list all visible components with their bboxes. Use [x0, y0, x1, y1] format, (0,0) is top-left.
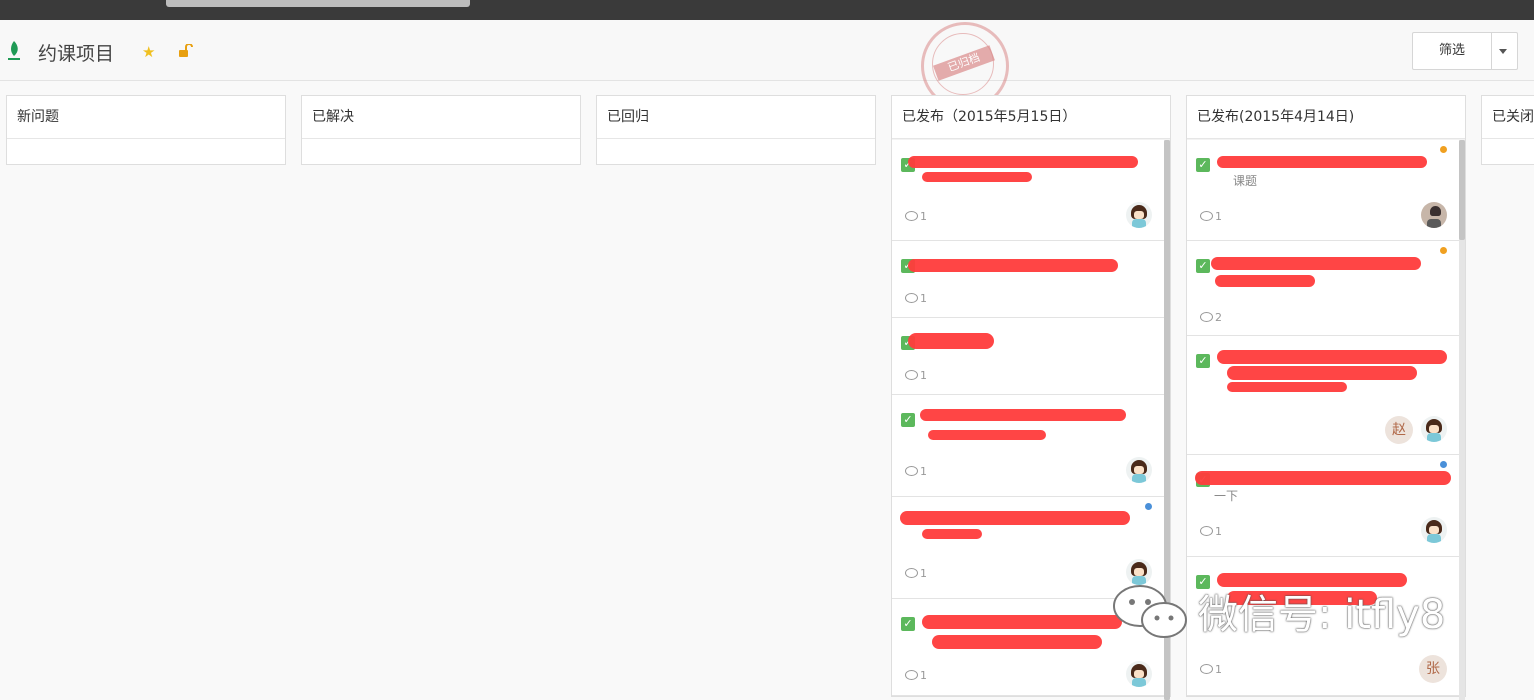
redaction-mark [1217, 350, 1447, 364]
status-dot [1440, 461, 1447, 468]
leaf-logo-icon [8, 41, 20, 60]
column-title: 已发布(2015年4月14日) [1187, 96, 1465, 139]
comment-count: 1 [905, 567, 927, 580]
check-icon: ✓ [901, 617, 915, 631]
wechat-logo-icon [1113, 585, 1187, 638]
column-resolved: 已解决 [301, 95, 581, 165]
filter-dropdown[interactable]: 筛选 [1412, 32, 1518, 70]
avatar[interactable] [1126, 202, 1152, 228]
comment-count: 1 [905, 465, 927, 478]
issue-card[interactable]: ✓ 1 [892, 241, 1164, 318]
issue-card[interactable]: ✓ 课题 1 [1187, 140, 1459, 241]
redaction-mark [1227, 382, 1347, 392]
card-text: 一下 [1214, 489, 1239, 503]
redaction-mark [920, 409, 1126, 421]
issue-card[interactable]: ✓ 2 [1187, 241, 1459, 336]
issue-card[interactable]: ✓ 1 [892, 395, 1164, 497]
comment-count: 1 [1200, 210, 1222, 223]
comment-count: 1 [905, 292, 927, 305]
avatar-initial[interactable]: 赵 [1385, 416, 1413, 444]
redaction-mark [1211, 257, 1421, 270]
column-new: 新问题 [6, 95, 286, 165]
comment-icon [905, 293, 918, 303]
column-title: 已关闭 [1482, 96, 1534, 139]
star-icon[interactable]: ★ [142, 43, 155, 61]
redaction-mark [908, 156, 1138, 168]
column-closed: 已关闭 [1481, 95, 1534, 165]
status-dot [1440, 146, 1447, 153]
redaction-mark [932, 635, 1102, 649]
filter-divider [1491, 33, 1492, 69]
issue-card[interactable]: ✓ 1 [892, 140, 1164, 241]
wechat-watermark: 微信号: itfly8 [1110, 578, 1510, 648]
redaction-mark [908, 259, 1118, 272]
column-empty-area[interactable] [302, 139, 580, 164]
project-title: 约课项目 [38, 43, 115, 65]
unlock-icon[interactable] [179, 44, 193, 58]
avatar[interactable] [1126, 661, 1152, 687]
comment-icon [1200, 664, 1213, 674]
redaction-mark [922, 615, 1122, 629]
comment-icon [1200, 526, 1213, 536]
avatar[interactable] [1421, 416, 1447, 442]
check-icon: ✓ [901, 413, 915, 427]
column-title: 已解决 [302, 96, 580, 139]
redaction-mark [1217, 156, 1427, 168]
issue-card[interactable]: ✓ 1 [892, 318, 1164, 395]
column-regressed: 已回归 [596, 95, 876, 165]
comment-count: 2 [1200, 311, 1222, 324]
column-title: 已回归 [597, 96, 875, 139]
redaction-mark [922, 529, 982, 539]
check-icon: ✓ [1196, 354, 1210, 368]
avatar[interactable] [1126, 457, 1152, 483]
column-empty-area[interactable] [597, 139, 875, 164]
comment-count: 1 [905, 210, 927, 223]
status-dot [1145, 503, 1152, 510]
issue-card[interactable]: ✓ 赵 [1187, 336, 1459, 455]
comment-count: 1 [905, 369, 927, 382]
comment-count: 1 [905, 669, 927, 682]
redaction-mark [1195, 471, 1451, 485]
avatar-initial[interactable]: 张 [1419, 655, 1447, 683]
redaction-mark [900, 511, 1130, 525]
comment-count: 1 [1200, 663, 1222, 676]
status-dot [1440, 247, 1447, 254]
scrollbar-thumb[interactable] [1459, 140, 1465, 240]
comment-icon [905, 211, 918, 221]
filter-button[interactable]: 筛选 [1413, 33, 1491, 69]
avatar[interactable] [1421, 202, 1447, 228]
project-header: 约课项目 ★ 筛选 [0, 20, 1534, 81]
redaction-mark [908, 333, 994, 349]
comment-icon [905, 466, 918, 476]
comment-icon [905, 370, 918, 380]
browser-address-bar[interactable] [166, 0, 470, 7]
check-icon: ✓ [1196, 259, 1210, 273]
comment-count: 1 [1200, 525, 1222, 538]
comment-icon [1200, 312, 1213, 322]
browser-top-bar [0, 0, 1534, 20]
column-empty-area[interactable] [7, 139, 285, 164]
issue-card[interactable]: ✓ 一下 1 [1187, 455, 1459, 557]
column-title: 新问题 [7, 96, 285, 139]
redaction-mark [1215, 275, 1315, 287]
card-text: 课题 [1233, 174, 1258, 188]
comment-icon [905, 568, 918, 578]
check-icon: ✓ [1196, 158, 1210, 172]
redaction-mark [928, 430, 1046, 440]
redaction-mark [922, 172, 1032, 182]
comment-icon [1200, 211, 1213, 221]
redaction-mark [1227, 366, 1417, 380]
comment-icon [905, 670, 918, 680]
avatar[interactable] [1421, 517, 1447, 543]
chevron-down-icon[interactable] [1499, 49, 1507, 54]
column-empty-area[interactable] [1482, 139, 1534, 164]
watermark-text: 微信号: itfly8 [1198, 592, 1446, 638]
column-title: 已发布（2015年5月15日） [892, 96, 1170, 139]
